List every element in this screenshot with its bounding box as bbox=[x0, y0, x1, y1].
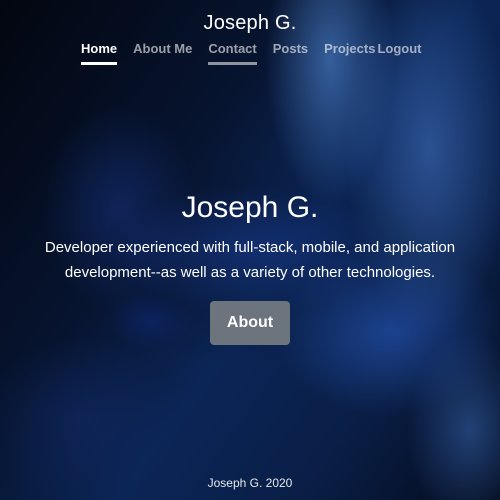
hero-section: Joseph G. Developer experienced with ful… bbox=[0, 190, 500, 345]
hero-lead-line-1: Developer experienced with full-stack, m… bbox=[44, 239, 456, 256]
hero-lead-line-2: development--as well as a variety of oth… bbox=[64, 264, 436, 281]
nav-link-projects[interactable]: Projects bbox=[324, 41, 375, 65]
site-footer: Joseph G. 2020 bbox=[0, 476, 500, 490]
nav-link-about-me[interactable]: About Me bbox=[133, 41, 192, 65]
footer-text: Joseph G. 2020 bbox=[207, 476, 293, 490]
nav-link-contact[interactable]: Contact bbox=[208, 41, 257, 65]
about-button[interactable]: About bbox=[209, 301, 291, 345]
nav-link-posts[interactable]: Posts bbox=[273, 41, 308, 65]
hero-lead: Developer experienced with full-stack, m… bbox=[18, 235, 482, 285]
main-nav: Home About Me Contact Posts Projects Log… bbox=[81, 41, 438, 65]
nav-link-home[interactable]: Home bbox=[81, 41, 118, 65]
nav-link-logout[interactable]: Logout bbox=[377, 41, 421, 65]
site-brand[interactable]: Joseph G. bbox=[0, 12, 500, 35]
hero-title: Joseph G. bbox=[181, 191, 319, 224]
